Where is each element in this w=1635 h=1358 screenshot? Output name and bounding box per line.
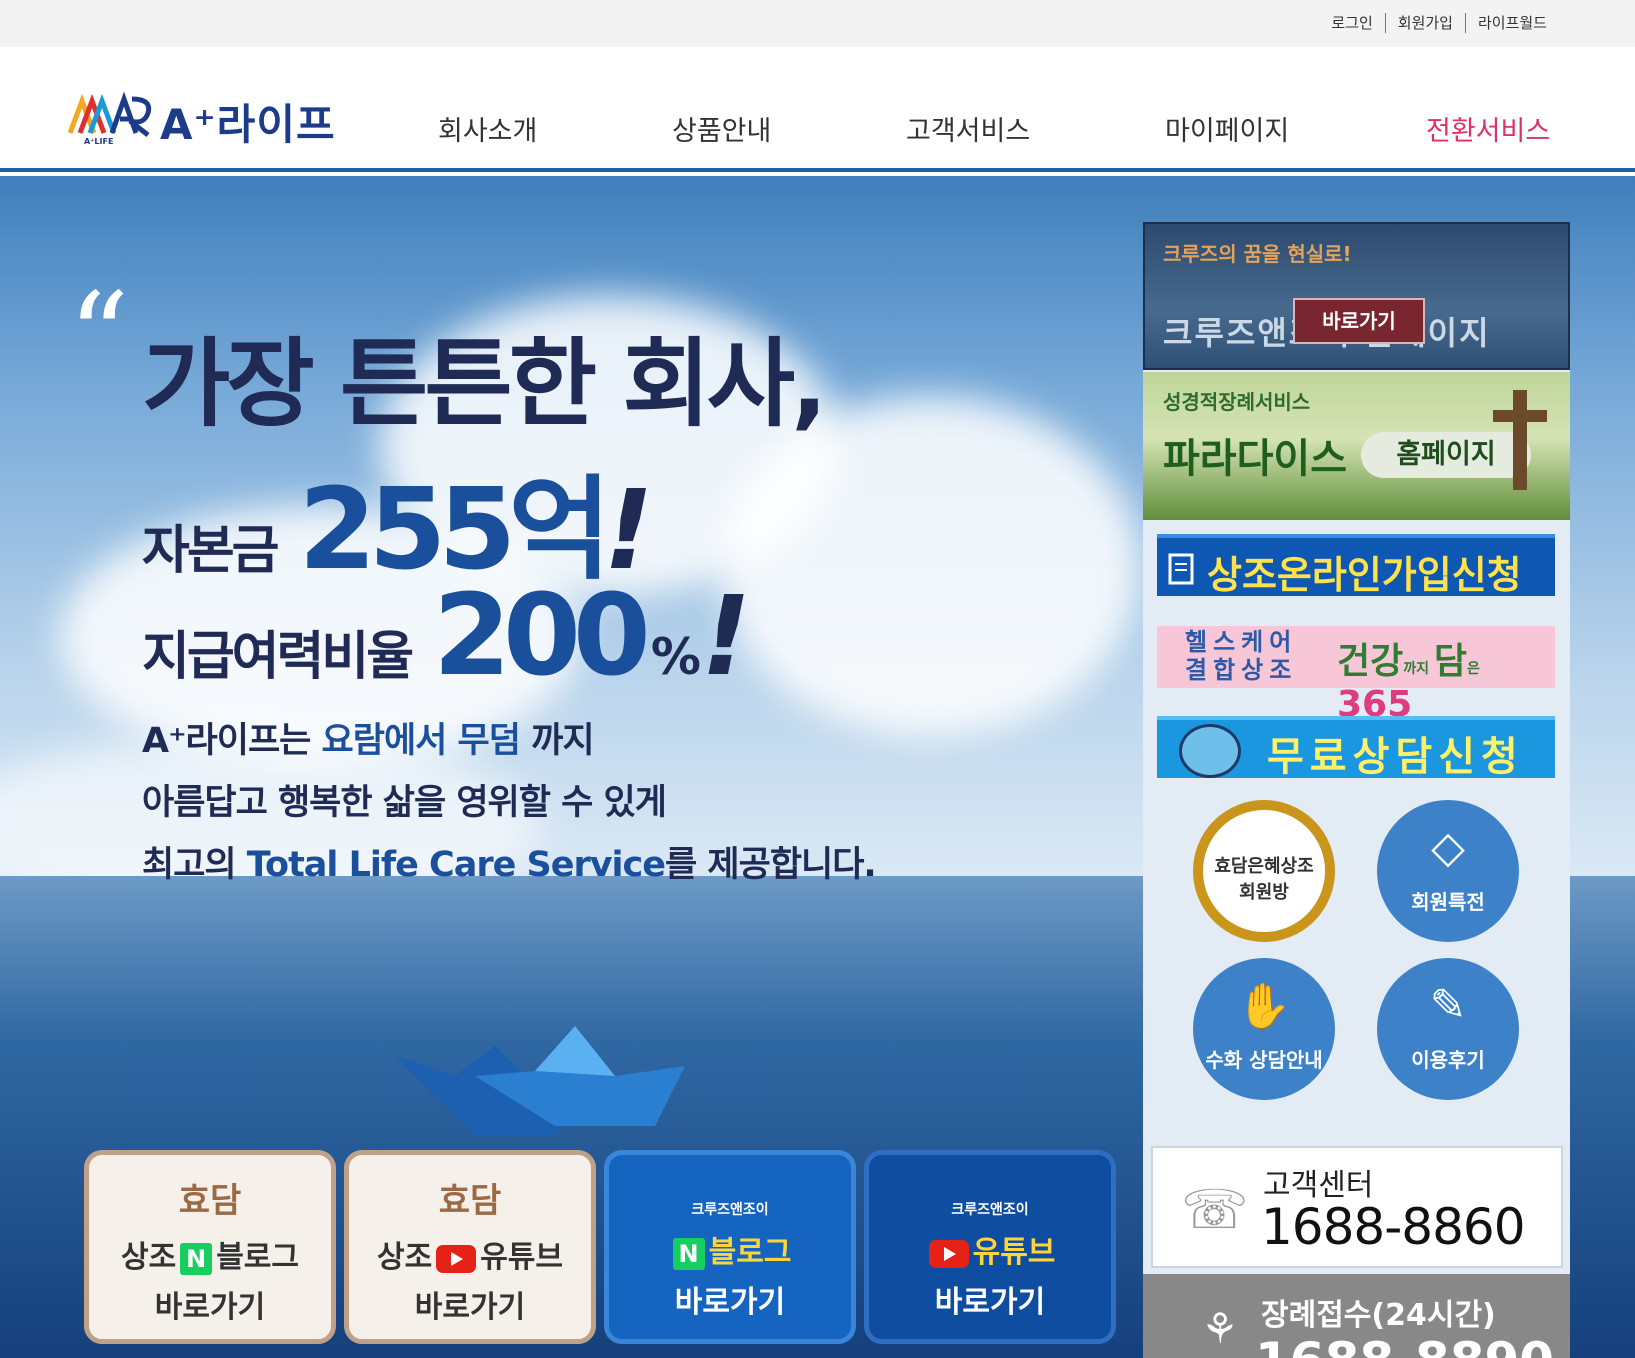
cross-icon [1513, 390, 1527, 490]
cloud [720, 396, 1140, 736]
site-header: A⁺라이프 A⁺LIFE 회사소개 상품안내 고객서비스 마이페이지 전환서비스 [0, 47, 1635, 172]
naver-icon: N [180, 1242, 213, 1275]
ratio-label: 지급여력비율 [142, 627, 414, 687]
brand-label: 효담 [178, 1181, 242, 1221]
cruise-ship-label: 크루즈앤조이 [951, 1202, 1029, 1218]
healthcare-banner[interactable]: 헬스케어 결합상조 건강까지 담은365 [1157, 626, 1555, 725]
nav-mypage[interactable]: 마이페이지 [1165, 109, 1289, 148]
exclaim: ! [700, 572, 752, 700]
cruise-ship-label: 크루즈앤조이 [691, 1202, 769, 1218]
quick-circles: 효담은혜상조 회원방 ◇ 회원특전 ✋ 수화 상담안내 ✎ 이용후기 [1143, 792, 1570, 1132]
button-mid: 유튜브 [869, 1227, 1111, 1271]
hero-description: A⁺라이프는 요람에서 무덤 까지 아름답고 행복한 삶을 영위할 수 있게 최… [142, 710, 877, 896]
logo-subtext: A⁺LIFE [84, 137, 114, 146]
member-benefits-label: 회원특전 [1411, 890, 1485, 914]
top-utility-bar: 로그인 회원가입 라이프월드 [0, 0, 1635, 47]
ratio-value: 200 [433, 571, 651, 701]
free-consult-label: 무료상담신청 [1267, 734, 1524, 780]
logo-text: A⁺라이프 [160, 100, 336, 149]
flower-icon: ⚘ [1201, 1304, 1239, 1353]
youtube-icon [436, 1244, 477, 1273]
quote-mark-icon: “ [68, 268, 130, 407]
button-bottom: 바로가기 [154, 1290, 266, 1325]
paradise-title: 파라다이스 [1163, 435, 1347, 482]
cross-icon [1493, 410, 1547, 422]
customer-center[interactable]: ☏ 고객센터 1688-8860 [1151, 1146, 1563, 1268]
online-join-label: 상조온라인가입신청 [1207, 553, 1522, 597]
paradise-home-button[interactable]: 홈페이지 [1361, 432, 1531, 478]
free-consult-banner[interactable]: 무료상담신청 [1157, 716, 1555, 780]
cruise-tagline: 크루즈의 꿈을 현실로! [1163, 242, 1352, 266]
hyodam-youtube-button[interactable]: 효담 상조 유튜브 바로가기 [344, 1150, 596, 1344]
desc-line-2: 아름답고 행복한 삶을 영위할 수 있게 [142, 783, 667, 823]
member-room-button[interactable]: 효담은혜상조 회원방 [1193, 800, 1335, 942]
cruise-go-button[interactable]: 바로가기 [1293, 298, 1425, 344]
paper-boat-icon [395, 1026, 685, 1136]
cruise-banner[interactable]: 크루즈의 꿈을 현실로! 크루즈앤조이 홈페이지 바로가기 [1143, 222, 1570, 370]
button-mid: 상조 유튜브 [376, 1240, 563, 1275]
login-link[interactable]: 로그인 [1319, 12, 1384, 33]
button-bottom: 바로가기 [674, 1285, 786, 1320]
desc-line-1: A⁺라이프는 요람에서 무덤 까지 [142, 721, 595, 761]
desc-line-3: 최고의 Total Life Care Service를 제공합니다. [142, 845, 877, 885]
hero-headline: 가장 튼튼한 회사, [142, 328, 828, 440]
mascot-icon [1179, 724, 1241, 778]
youtube-icon [928, 1239, 969, 1268]
right-sidebar: 크루즈의 꿈을 현실로! 크루즈앤조이 홈페이지 바로가기 성경적장례서비스 파… [1143, 222, 1570, 1358]
nav-conversion-service[interactable]: 전환서비스 [1426, 109, 1550, 148]
paradise-tagline: 성경적장례서비스 [1163, 390, 1311, 414]
ratio-unit: % [650, 628, 701, 686]
nav-company[interactable]: 회사소개 [438, 109, 537, 148]
funeral-reception[interactable]: ⚘ 장례접수(24시간) 1688-8890 [1143, 1274, 1570, 1358]
healthcare-left-label: 헬스케어 결합상조 [1185, 628, 1298, 684]
funeral-phone: 1688-8890 [1255, 1332, 1554, 1358]
reviews-label: 이용후기 [1411, 1048, 1485, 1072]
brand-label: 효담 [438, 1181, 502, 1221]
signup-link[interactable]: 회원가입 [1386, 12, 1465, 33]
clipboard-icon [1168, 553, 1194, 585]
site-logo[interactable]: A⁺라이프 A⁺LIFE [68, 91, 358, 151]
cruise-blog-button[interactable]: 크루즈앤조이 N 블로그 바로가기 [604, 1150, 856, 1344]
sign-language-button[interactable]: ✋ 수화 상담안내 [1193, 958, 1335, 1100]
phone-icon: ☏ [1181, 1178, 1249, 1241]
cruise-youtube-button[interactable]: 크루즈앤조이 유튜브 바로가기 [864, 1150, 1116, 1344]
reviews-button[interactable]: ✎ 이용후기 [1377, 958, 1519, 1100]
button-mid: 상조 N 블로그 [120, 1240, 299, 1275]
hyodam-blog-button[interactable]: 효담 상조 N 블로그 바로가기 [84, 1150, 336, 1344]
sign-language-icon: ✋ [1236, 981, 1292, 1032]
pencil-icon: ✎ [1429, 980, 1467, 1031]
top-links: 로그인 회원가입 라이프월드 [1319, 12, 1559, 33]
button-mid: N 블로그 [609, 1227, 851, 1271]
funeral-title: 장례접수(24시간) [1261, 1298, 1496, 1333]
customer-center-phone: 1688-8860 [1261, 1198, 1526, 1256]
naver-icon: N [672, 1237, 705, 1270]
nav-products[interactable]: 상품안내 [672, 109, 771, 148]
sign-language-label: 수화 상담안내 [1205, 1048, 1323, 1072]
healthcare-right-label: 건강까지 담은365 [1337, 641, 1480, 725]
nav-customer-service[interactable]: 고객서비스 [906, 109, 1030, 148]
online-join-banner[interactable]: 상조온라인가입신청 [1157, 534, 1555, 597]
member-benefits-button[interactable]: ◇ 회원특전 [1377, 800, 1519, 942]
diamond-icon: ◇ [1431, 822, 1465, 873]
lifeworld-link[interactable]: 라이프월드 [1466, 12, 1559, 33]
member-room-label: 효담은혜상조 회원방 [1214, 856, 1314, 903]
button-bottom: 바로가기 [934, 1285, 1046, 1320]
button-bottom: 바로가기 [414, 1290, 526, 1325]
paradise-banner[interactable]: 성경적장례서비스 파라다이스 홈페이지 [1143, 372, 1570, 520]
hero-ratio: 지급여력비율 200%! [142, 571, 751, 701]
